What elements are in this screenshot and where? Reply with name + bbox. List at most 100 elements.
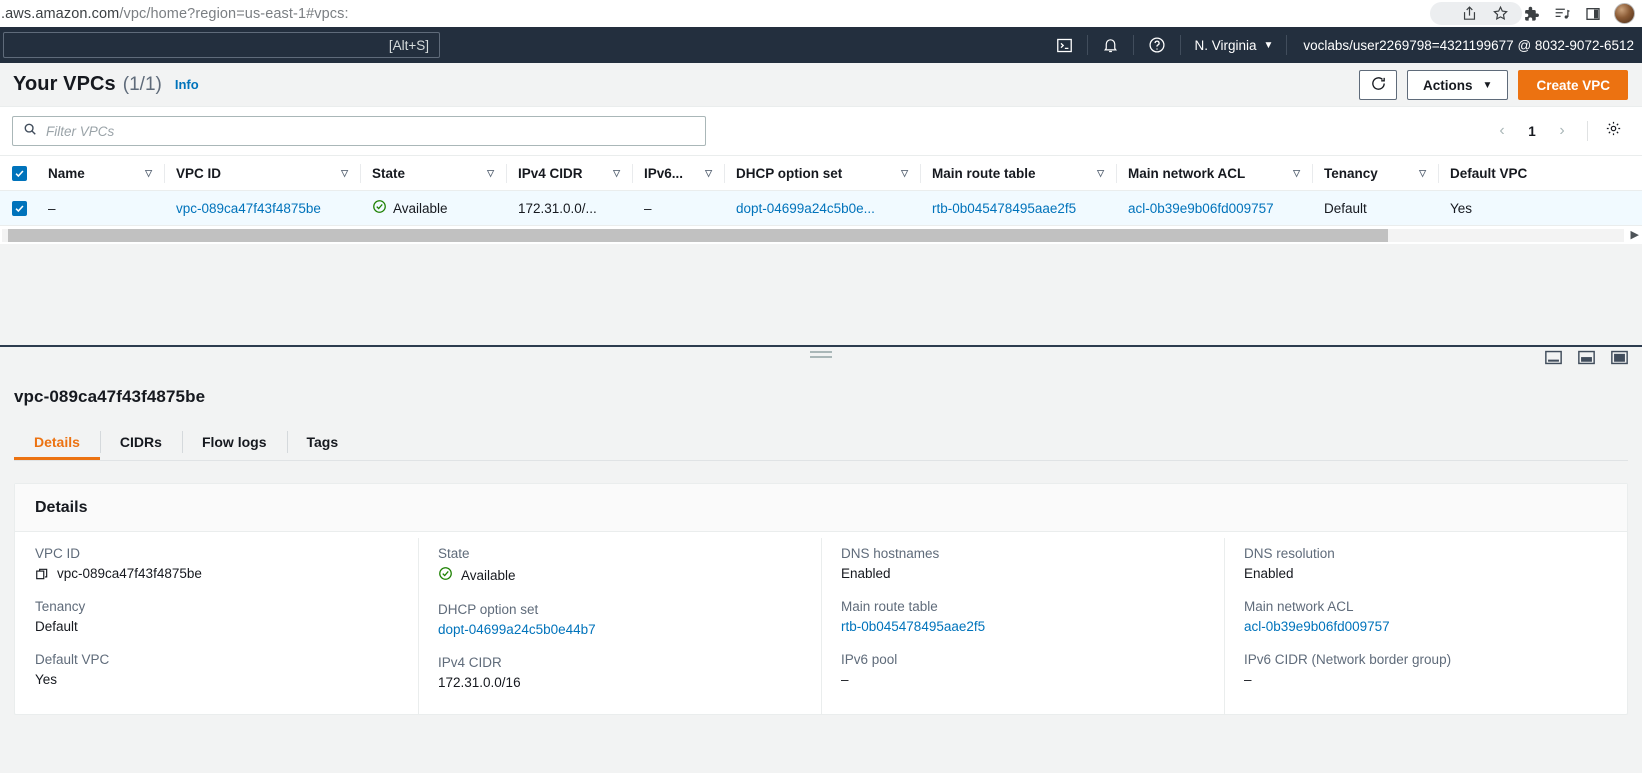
page-number[interactable]: 1 [1519,116,1545,146]
table-toolbar: ‹ 1 › [0,107,1642,155]
details-column-1: VPC ID vpc-089ca47f43f4875be Tenancy Def… [15,546,418,708]
global-search-box[interactable]: [Alt+S] [3,32,440,58]
sort-caret-icon: ▽ [705,167,712,178]
cell-ipv4-cidr: 172.31.0.0/... [506,190,632,226]
tab-tags[interactable]: Tags [286,424,359,460]
field-default-vpc: Default VPC Yes [35,652,398,687]
column-header-tenancy[interactable]: Tenancy ▽ [1312,155,1438,191]
actions-label: Actions [1423,77,1473,93]
tab-details[interactable]: Details [14,424,100,460]
prev-page-button[interactable]: ‹ [1487,116,1517,146]
actions-dropdown-button[interactable]: Actions ▼ [1407,70,1509,100]
field-text: Enabled [841,566,891,581]
vpc-count: (1/1) [122,73,162,95]
column-header-main-network-acl[interactable]: Main network ACL ▽ [1116,155,1312,191]
table-preferences-button[interactable] [1598,116,1628,146]
tab-cidrs[interactable]: CIDRs [99,424,182,460]
url-path: /vpc/home?region=us-east-1#vpcs: [119,5,349,22]
select-all-header [0,155,36,191]
panel-bottom-icon[interactable] [1545,350,1562,365]
column-header-dhcp-option-set[interactable]: DHCP option set ▽ [724,155,920,191]
cloudshell-icon[interactable] [1042,27,1087,63]
scrollbar-thumb[interactable] [8,229,1388,242]
column-header-default-vpc[interactable]: Default VPC [1438,155,1642,191]
field-ipv6-cidr-border-group: IPv6 CIDR (Network border group) – [1244,652,1607,687]
column-label: Name [48,165,85,181]
column-label: DHCP option set [736,165,843,181]
notifications-bell-icon[interactable] [1088,27,1133,63]
search-icon [23,122,37,141]
panel-layout-icon-group [1545,350,1628,365]
field-state: State Available [438,546,801,584]
field-value: vpc-089ca47f43f4875be [35,566,398,581]
reading-list-icon[interactable] [1548,2,1576,26]
help-question-icon[interactable] [1134,27,1180,63]
drag-handle[interactable] [810,351,832,358]
sort-caret-icon: ▽ [901,167,908,178]
column-label: IPv6... [644,165,684,181]
dhcp-option-set-link[interactable]: dopt-04699a24c5b0e... [736,201,875,216]
field-text: Available [461,567,516,583]
sort-caret-icon: ▽ [613,167,620,178]
detail-tabs: Details CIDRs Flow logs Tags [14,424,1628,461]
row-checkbox[interactable] [12,200,27,216]
field-ipv4-cidr: IPv4 CIDR 172.31.0.0/16 [438,655,801,690]
copy-icon[interactable] [35,567,49,581]
main-route-table-link[interactable]: rtb-0b045478495aae2f5 [932,201,1076,216]
gear-icon [1605,120,1622,142]
field-main-route-table: Main route table rtb-0b045478495aae2f5 [841,599,1204,634]
table-row[interactable]: – vpc-089ca47f43f4875be Available 172.31… [0,190,1642,226]
vpc-id-link[interactable]: vpc-089ca47f43f4875be [176,201,321,216]
extensions-puzzle-icon[interactable] [1517,2,1545,26]
main-network-acl-link[interactable]: acl-0b39e9b06fd009757 [1128,201,1274,216]
column-header-vpc-id[interactable]: VPC ID ▽ [164,155,360,191]
field-label: IPv6 CIDR (Network border group) [1244,652,1452,667]
status-badge: Available [393,200,448,216]
field-text: – [841,672,849,687]
field-text: vpc-089ca47f43f4875be [57,566,202,581]
main-route-table-link[interactable]: rtb-0b045478495aae2f5 [841,619,985,634]
refresh-button[interactable] [1359,70,1398,100]
create-vpc-button[interactable]: Create VPC [1518,70,1628,100]
field-label: State [438,546,470,561]
bookmark-star-icon[interactable] [1486,2,1514,26]
field-text: Enabled [1244,566,1294,581]
select-all-checkbox[interactable] [12,165,27,181]
field-label: IPv6 pool [841,652,898,667]
field-vpc-id: VPC ID vpc-089ca47f43f4875be [35,546,398,581]
account-menu[interactable]: voclabs/user2269798=4321199677 @ 8032-90… [1287,27,1636,63]
dhcp-option-set-link[interactable]: dopt-04699a24c5b0e44b7 [438,622,596,637]
field-text: Yes [35,672,58,687]
search-input[interactable] [46,123,695,139]
next-page-button[interactable]: › [1547,116,1577,146]
scroll-right-arrow-icon[interactable]: ▶ [1631,228,1639,241]
field-dns-hostnames: DNS hostnames Enabled [841,546,1204,581]
column-header-ipv4-cidr[interactable]: IPv4 CIDR ▽ [506,155,632,191]
column-header-main-route-table[interactable]: Main route table ▽ [920,155,1116,191]
filter-vpcs-box[interactable] [12,116,706,146]
details-card-header: Details [15,484,1627,532]
page-title: Your VPCs [13,73,116,95]
panel-side-icon[interactable] [1578,350,1595,365]
details-grid: VPC ID vpc-089ca47f43f4875be Tenancy Def… [15,532,1627,714]
profile-avatar[interactable] [1610,2,1638,26]
url-domain: .aws.amazon.com [1,5,120,22]
column-header-ipv6[interactable]: IPv6... ▽ [632,155,724,191]
address-bar[interactable]: .aws.amazon.com/vpc/home?region=us-east-… [0,6,349,22]
info-link[interactable]: Info [175,77,199,92]
split-screen-icon[interactable] [1579,2,1607,26]
region-selector[interactable]: N. Virginia ▼ [1181,27,1286,63]
split-panel-controls [0,347,1642,375]
tab-flow-logs[interactable]: Flow logs [181,424,287,460]
column-header-state[interactable]: State ▽ [360,155,506,191]
column-label: Default VPC [1450,165,1528,181]
table-horizontal-scrollbar[interactable]: ▶ [0,226,1642,244]
browser-icon-group [1455,0,1638,27]
main-network-acl-link[interactable]: acl-0b39e9b06fd009757 [1244,619,1390,634]
panel-full-icon[interactable] [1611,350,1628,365]
field-label: DNS hostnames [841,546,940,561]
share-icon[interactable] [1455,2,1483,26]
panel-gap [0,244,1642,345]
field-main-network-acl: Main network ACL acl-0b39e9b06fd009757 [1244,599,1607,634]
column-header-name[interactable]: Name ▽ [36,155,164,191]
